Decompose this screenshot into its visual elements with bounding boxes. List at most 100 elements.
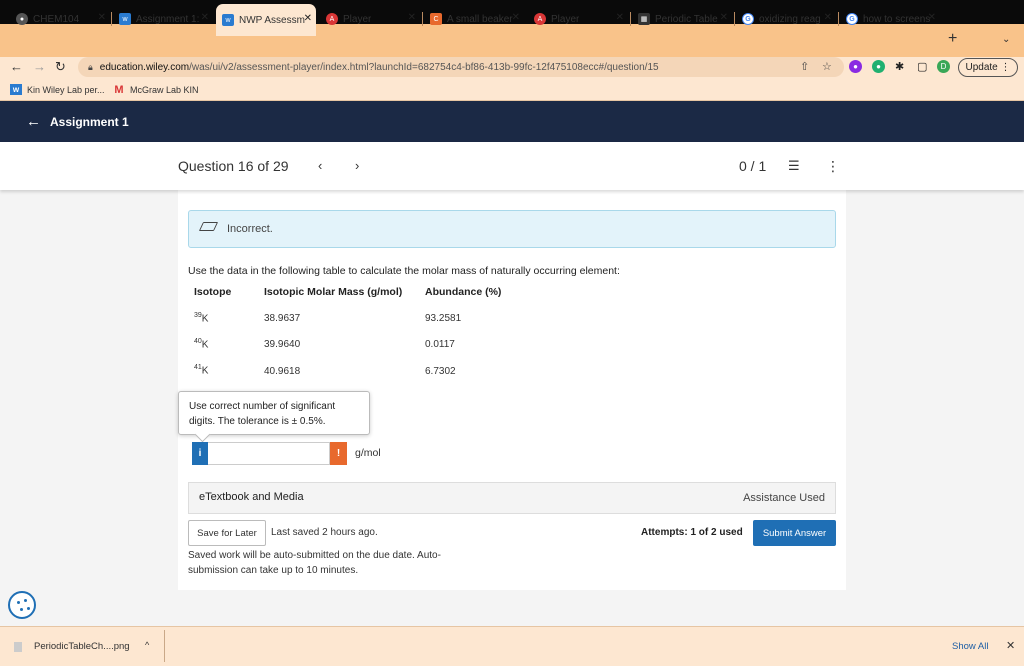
isotope-cell: 39K xyxy=(194,312,209,325)
sidebar-icon[interactable]: ▢ xyxy=(917,60,927,73)
file-icon xyxy=(14,641,22,652)
back-icon[interactable]: ← xyxy=(10,59,23,74)
close-icon[interactable]: ✕ xyxy=(1006,639,1015,652)
abundance-cell: 6.7302 xyxy=(425,366,456,377)
close-icon[interactable]: ✕ xyxy=(616,12,624,23)
tab-oxidizing-reagent[interactable]: G oxidizing reag ✕ xyxy=(736,6,836,32)
close-icon[interactable]: ✕ xyxy=(512,12,520,23)
share-icon[interactable]: ⇧ xyxy=(800,60,809,73)
question-list-icon[interactable]: ☰ xyxy=(788,158,800,174)
table-header-molar-mass: Isotopic Molar Mass (g/mol) xyxy=(264,286,403,298)
close-icon[interactable]: ✕ xyxy=(928,12,936,23)
google-icon: G xyxy=(742,13,754,25)
chegg-icon: C xyxy=(430,13,442,25)
bookmark-kin-wiley[interactable]: w Kin Wiley Lab per... xyxy=(10,84,105,95)
abundance-cell: 0.0117 xyxy=(425,339,455,350)
periodic-table-icon: ▦ xyxy=(638,13,650,25)
molar-mass-cell: 38.9637 xyxy=(264,313,301,324)
feedback-status: Incorrect. xyxy=(227,223,273,235)
tab-how-to-screenshot[interactable]: G how to screens ✕ xyxy=(840,6,940,32)
tab-separator xyxy=(630,12,631,26)
next-question-icon[interactable]: › xyxy=(355,158,359,173)
profile-avatar[interactable]: D xyxy=(937,60,950,73)
answer-input[interactable] xyxy=(208,442,330,465)
circle-icon: ● xyxy=(16,13,28,25)
tab-periodic-table[interactable]: ▦ Periodic Table ✕ xyxy=(632,6,732,32)
table-header-abundance: Abundance (%) xyxy=(425,286,502,298)
abundance-cell: 93.2581 xyxy=(425,313,462,324)
close-icon[interactable]: ✕ xyxy=(201,12,209,23)
address-bar[interactable]: 🔒︎ education.wiley.com/was/ui/v2/assessm… xyxy=(78,57,844,77)
info-icon[interactable]: i xyxy=(192,442,208,465)
isotope-cell: 41K xyxy=(194,364,209,377)
question-bar xyxy=(0,142,1024,190)
answer-unit: g/mol xyxy=(355,447,381,459)
lock-icon: 🔒︎ xyxy=(88,61,93,72)
extension-icon[interactable]: ● xyxy=(872,60,885,73)
page-background xyxy=(0,190,178,626)
close-icon[interactable]: ✕ xyxy=(304,13,312,24)
table-header-isotope: Isotope xyxy=(194,286,232,298)
app-header xyxy=(0,101,1024,142)
forward-icon[interactable]: → xyxy=(33,59,46,74)
tab-nwp-assessment[interactable]: w NWP Assessm ✕ xyxy=(216,4,316,36)
new-tab-icon[interactable]: + xyxy=(948,30,957,48)
assignment-title: Assignment 1 xyxy=(50,115,129,129)
assistance-used: Assistance Used xyxy=(743,492,825,504)
reload-icon[interactable]: ↻ xyxy=(55,59,66,75)
more-options-icon[interactable]: ⋮ xyxy=(826,158,840,175)
molar-mass-cell: 39.9640 xyxy=(264,339,301,350)
player-icon: A xyxy=(534,13,546,25)
attempts-text: Attempts: 1 of 2 used xyxy=(641,527,743,538)
download-bar xyxy=(0,626,1024,666)
close-icon[interactable]: ✕ xyxy=(720,12,728,23)
wiley-icon: w xyxy=(222,14,234,26)
download-item[interactable]: PeriodicTableCh....png xyxy=(14,641,130,652)
tab-chem104[interactable]: ● CHEM104 ✕ xyxy=(10,6,110,32)
feedback-banner: Incorrect. xyxy=(188,210,836,248)
tab-separator xyxy=(838,12,839,26)
close-icon[interactable]: ✕ xyxy=(98,12,106,23)
tab-small-beaker[interactable]: C A small beaker ✕ xyxy=(424,6,524,32)
player-icon: A xyxy=(326,13,338,25)
star-icon[interactable]: ☆ xyxy=(822,60,832,73)
cookie-icon[interactable] xyxy=(8,591,36,619)
wiley-icon: w xyxy=(119,13,131,25)
chevron-up-icon[interactable]: ^ xyxy=(145,640,149,650)
divider xyxy=(164,630,165,662)
previous-question-icon[interactable]: ‹ xyxy=(318,158,322,173)
warning-icon[interactable]: ! xyxy=(330,442,347,465)
tab-separator xyxy=(734,12,735,26)
etextbook-panel[interactable]: eTextbook and Media Assistance Used xyxy=(188,482,836,514)
question-title: Question 16 of 29 xyxy=(178,158,289,174)
significant-digits-tooltip: Use correct number of significant digits… xyxy=(178,391,370,435)
back-arrow-icon[interactable]: ← xyxy=(26,113,41,130)
molar-mass-cell: 40.9618 xyxy=(264,366,301,377)
tab-player[interactable]: A Player ✕ xyxy=(320,6,420,32)
eraser-icon xyxy=(198,222,219,231)
bookmark-mcgraw[interactable]: M McGraw Lab KIN xyxy=(113,83,198,96)
close-icon[interactable]: ✕ xyxy=(408,12,416,23)
page-background xyxy=(178,590,846,626)
isotope-cell: 40K xyxy=(194,338,209,351)
puzzle-icon[interactable]: ✱ xyxy=(895,60,904,73)
last-saved-text: Last saved 2 hours ago. xyxy=(271,527,378,538)
submit-answer-button[interactable]: Submit Answer xyxy=(753,520,836,546)
tab-player-2[interactable]: A Player ✕ xyxy=(528,6,628,32)
extension-icon[interactable]: ● xyxy=(849,60,862,73)
save-for-later-button[interactable]: Save for Later xyxy=(188,520,266,546)
close-icon[interactable]: ✕ xyxy=(824,12,832,23)
wiley-icon: w xyxy=(10,84,22,95)
mcgraw-icon: M xyxy=(114,83,124,96)
question-score: 0 / 1 xyxy=(739,158,767,174)
update-button[interactable]: Update ⋮ xyxy=(958,58,1018,77)
tab-separator xyxy=(111,12,112,26)
page-background xyxy=(846,190,1024,626)
tab-separator xyxy=(422,12,423,26)
autosubmit-note: Saved work will be auto-submitted on the… xyxy=(188,550,441,576)
etextbook-label: eTextbook and Media xyxy=(199,491,304,503)
chevron-down-icon[interactable]: ⌄ xyxy=(1002,34,1010,45)
show-all-link[interactable]: Show All xyxy=(952,641,988,652)
google-icon: G xyxy=(846,13,858,25)
tab-assignment[interactable]: w Assignment 1: ✕ xyxy=(113,6,213,32)
